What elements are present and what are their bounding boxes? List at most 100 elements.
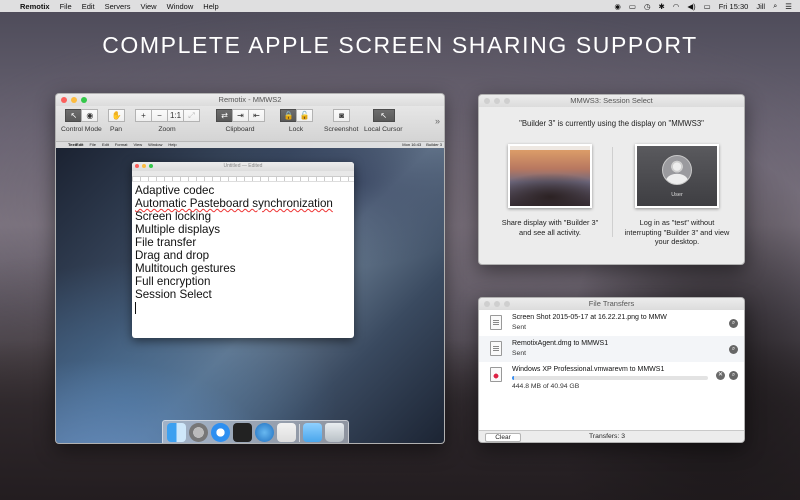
remotix-titlebar[interactable]: Remotix - MMWS2 — [56, 94, 444, 106]
terminal-icon[interactable] — [233, 423, 252, 442]
session-titlebar[interactable]: MMWS3: Session Select — [479, 95, 744, 107]
bluetooth-icon[interactable]: ✱ — [659, 2, 665, 11]
local-cursor-group: ↖ Local Cursor — [364, 109, 403, 133]
spotlight-icon[interactable]: ⌕ — [773, 1, 777, 11]
window-title: Remotix - MMWS2 — [218, 95, 282, 104]
zoom-button[interactable] — [504, 98, 510, 104]
clock[interactable]: Fri 15:30 — [719, 2, 749, 11]
remotix-agent-icon[interactable] — [255, 423, 274, 442]
cancel-transfer-icon[interactable]: ✕ — [716, 371, 725, 380]
transfer-count: Transfers: 3 — [589, 433, 626, 440]
share-display-option[interactable]: Share display with "Builder 3" and see a… — [495, 144, 605, 237]
remote-user[interactable]: Builder 3 — [426, 142, 442, 148]
airplay-icon[interactable]: ▭ — [629, 2, 636, 11]
safari-icon[interactable] — [211, 423, 230, 442]
menu-servers[interactable]: Servers — [105, 2, 131, 11]
reveal-magnifier-icon[interactable]: ⌕ — [729, 371, 738, 380]
menu-file[interactable]: File — [60, 2, 72, 11]
session-message: "Builder 3" is currently using the displ… — [519, 119, 704, 128]
share-display-thumbnail[interactable] — [508, 144, 592, 208]
transfer-row[interactable]: Windows XP Professional.vmwarevm to MMWS… — [479, 362, 744, 394]
textedit-zoom-button[interactable] — [149, 164, 153, 168]
remote-menu-file[interactable]: File — [89, 142, 95, 148]
remote-menu-app[interactable]: TextEdit — [68, 142, 83, 148]
textedit-document[interactable]: Adaptive codec Automatic Pasteboard sync… — [132, 182, 354, 314]
app-menu[interactable]: Remotix — [20, 2, 50, 11]
zoom-actual-button[interactable]: 1:1 — [167, 109, 184, 122]
remote-menu-format[interactable]: Format — [115, 142, 128, 148]
record-icon[interactable]: ◉ — [614, 2, 621, 11]
remote-menu-help[interactable]: Help — [168, 142, 176, 148]
reveal-magnifier-icon[interactable]: ⌕ — [729, 319, 738, 328]
clipboard-get-icon: ⇤ — [253, 111, 260, 120]
minimize-button[interactable] — [494, 301, 500, 307]
view-only-button[interactable]: ◉ — [81, 109, 99, 122]
textedit-titlebar[interactable]: Untitled — Edited — [132, 162, 354, 171]
transfers-window-controls — [484, 301, 510, 307]
status-area: ◉ ▭ ◷ ✱ ◠ ◀) ▭ Fri 15:30 Jill ⌕ ☰ — [614, 0, 792, 12]
clipboard-sync-button[interactable]: ⇄ — [216, 109, 233, 122]
zoom-in-button[interactable]: + — [135, 109, 152, 122]
notification-center-icon[interactable]: ☰ — [785, 2, 792, 11]
disk-image-file-icon — [490, 341, 502, 356]
wifi-icon[interactable]: ◠ — [673, 2, 680, 11]
close-button[interactable] — [61, 97, 67, 103]
transfer-row[interactable]: Screen Shot 2015-05-17 at 16.22.21.png t… — [479, 310, 744, 336]
menu-edit[interactable]: Edit — [82, 2, 95, 11]
local-cursor-button[interactable]: ↖ — [372, 109, 395, 122]
close-button[interactable] — [484, 98, 490, 104]
textedit-minimize-button[interactable] — [142, 164, 146, 168]
remote-desktop-view[interactable]: TextEdit File Edit Format View Window He… — [56, 142, 444, 443]
transfer-name: Windows XP Professional.vmwarevm to MMWS… — [512, 366, 665, 373]
clipboard-send-icon: ⇥ — [237, 111, 244, 120]
screenshot-label: Screenshot — [324, 126, 359, 133]
volume-icon[interactable]: ◀) — [687, 2, 695, 11]
minimize-button[interactable] — [71, 97, 77, 103]
pan-button[interactable]: ✋ — [108, 109, 125, 122]
remote-menu-view[interactable]: View — [134, 142, 143, 148]
battery-icon[interactable]: ▭ — [704, 2, 711, 11]
clipboard-get-button[interactable]: ⇤ — [248, 109, 265, 122]
transfers-titlebar[interactable]: File Transfers — [479, 298, 744, 310]
close-button[interactable] — [484, 301, 490, 307]
login-thumbnail[interactable]: User — [635, 144, 719, 208]
menu-window[interactable]: Window — [167, 2, 194, 11]
lock-button[interactable]: 🔒 — [280, 109, 297, 122]
finder-icon[interactable] — [167, 423, 186, 442]
textedit-window: Untitled — Edited Adaptive codec Automat… — [132, 162, 354, 338]
toolbar-overflow-button[interactable]: » — [435, 116, 440, 126]
clipboard-send-button[interactable]: ⇥ — [232, 109, 249, 122]
document-line: Adaptive codec — [135, 184, 215, 197]
zoom-out-button[interactable]: − — [151, 109, 168, 122]
transfer-list: Screen Shot 2015-05-17 at 16.22.21.png t… — [479, 310, 744, 432]
zoom-button[interactable] — [81, 97, 87, 103]
time-machine-icon[interactable]: ◷ — [644, 2, 651, 11]
clear-button[interactable]: Clear — [485, 433, 521, 442]
unlock-icon: 🔓 — [299, 111, 310, 120]
zoom-button[interactable] — [504, 301, 510, 307]
document-line: Drag and drop — [135, 249, 210, 262]
transfer-row[interactable]: RemotixAgent.dmg to MMWS1 Sent ⌕ — [479, 336, 744, 362]
trash-icon[interactable] — [325, 423, 344, 442]
session-window-controls — [484, 98, 510, 104]
reveal-magnifier-icon[interactable]: ⌕ — [729, 345, 738, 354]
textedit-icon[interactable] — [277, 423, 296, 442]
downloads-folder-icon[interactable] — [303, 423, 322, 442]
screenshot-button[interactable]: ◙ — [333, 109, 351, 122]
document-line: Screen locking — [135, 210, 212, 223]
launchpad-icon[interactable] — [189, 423, 208, 442]
user-avatar-icon — [662, 155, 692, 185]
remote-clock[interactable]: Mon 16:43 — [402, 142, 421, 148]
minimize-button[interactable] — [494, 98, 500, 104]
remote-menu-window[interactable]: Window — [148, 142, 162, 148]
unlock-button[interactable]: 🔓 — [296, 109, 313, 122]
lock-label: Lock — [288, 126, 304, 133]
zoom-fit-button[interactable]: ⤢ — [183, 109, 200, 122]
control-mode-button[interactable]: ↖ — [65, 109, 83, 122]
menu-help[interactable]: Help — [203, 2, 218, 11]
textedit-close-button[interactable] — [135, 164, 139, 168]
login-option[interactable]: User Log in as "test" without interrupti… — [622, 144, 732, 247]
remote-menu-edit[interactable]: Edit — [102, 142, 109, 148]
user-menu[interactable]: Jill — [756, 2, 765, 11]
menu-view[interactable]: View — [140, 2, 156, 11]
